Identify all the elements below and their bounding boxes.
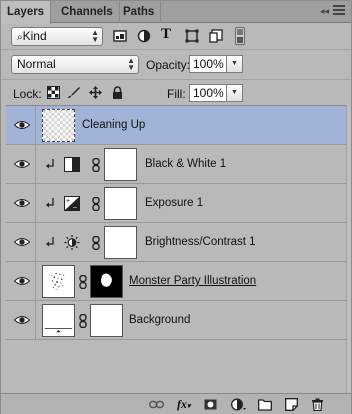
layer-row-cleaning-up[interactable]: Cleaning Up <box>6 106 346 145</box>
layers-list: Cleaning Up Black & White 1 + – Exposure… <box>6 105 346 341</box>
clipping-arrow-icon <box>46 198 54 208</box>
type-filter-icon[interactable]: T <box>161 26 175 42</box>
tab-channels[interactable]: Channels <box>55 1 120 23</box>
collapse-icon[interactable]: ◂◂ <box>320 6 329 17</box>
brightness-contrast-icon <box>64 235 80 250</box>
eye-icon[interactable] <box>14 237 30 247</box>
blend-mode-value: Normal <box>17 57 56 71</box>
layers-empty-area[interactable] <box>6 341 346 393</box>
layer-mask-thumbnail[interactable] <box>104 187 137 220</box>
layer-thumbnail-illustration <box>42 265 75 298</box>
layer-thumbnail-background <box>42 304 75 337</box>
filter-kind-label: Kind <box>22 29 47 43</box>
trash-icon[interactable] <box>311 398 324 411</box>
layers-scrollbar[interactable] <box>346 105 351 393</box>
adjustment-filter-icon[interactable] <box>137 29 151 43</box>
lock-row: Lock: Fill: 100% ▼ <box>1 79 351 105</box>
filter-kind-dropdown[interactable]: ⌕Kind ▲ ▼ <box>11 27 103 46</box>
layer-name[interactable]: Brightness/Contrast 1 <box>145 236 256 248</box>
layer-row-black-white[interactable]: Black & White 1 <box>6 145 346 184</box>
lock-all-icon[interactable] <box>111 86 124 99</box>
lock-transparent-icon[interactable] <box>47 86 60 99</box>
new-group-icon[interactable] <box>258 398 272 411</box>
filter-toggle-icon[interactable] <box>235 27 245 45</box>
tab-paths[interactable]: Paths <box>117 1 162 23</box>
eye-icon[interactable] <box>14 198 30 208</box>
new-layer-icon[interactable] <box>285 398 298 411</box>
lock-pixels-icon[interactable] <box>67 86 80 99</box>
layer-name[interactable]: Black & White 1 <box>145 158 226 170</box>
layer-name[interactable]: Background <box>129 314 190 326</box>
clipping-arrow-icon <box>46 159 54 169</box>
layer-row-monster-party[interactable]: Monster Party Illustration <box>6 262 346 301</box>
chevron-updown-icon: ▲ ▼ <box>127 56 135 72</box>
chain-link-icon[interactable] <box>79 314 87 328</box>
eye-icon[interactable] <box>14 315 30 325</box>
filter-row: ⌕Kind ▲ ▼ T <box>1 23 351 49</box>
layer-thumbnail-transparent <box>42 109 75 142</box>
smart-object-filter-icon[interactable] <box>209 29 223 43</box>
pixel-filter-icon[interactable] <box>113 29 127 43</box>
layer-row-exposure[interactable]: + – Exposure 1 <box>6 184 346 223</box>
tab-layers[interactable]: Layers <box>1 1 52 24</box>
svg-text:+: + <box>66 198 70 205</box>
layer-name[interactable]: Cleaning Up <box>82 119 145 131</box>
eye-icon[interactable] <box>14 276 30 286</box>
opacity-popup-button[interactable]: ▼ <box>227 55 243 73</box>
fill-popup-button[interactable]: ▼ <box>227 84 243 102</box>
fill-field[interactable]: 100% <box>189 84 227 102</box>
layer-mask-thumbnail[interactable] <box>90 265 123 298</box>
fx-icon[interactable]: fx▾ <box>177 397 195 411</box>
link-layers-icon[interactable] <box>149 398 164 411</box>
blend-mode-dropdown[interactable]: Normal ▲ ▼ <box>11 55 139 74</box>
layer-mask-thumbnail[interactable] <box>104 148 137 181</box>
layer-mask-thumbnail[interactable] <box>90 304 123 337</box>
chain-link-icon[interactable] <box>92 236 100 250</box>
layer-row-background[interactable]: Background <box>6 301 346 340</box>
blend-row: Normal ▲ ▼ Opacity: 100% ▼ <box>1 49 351 79</box>
lock-position-icon[interactable] <box>89 86 102 99</box>
chevron-updown-icon: ▲ ▼ <box>91 28 99 44</box>
layer-mask-thumbnail[interactable] <box>104 226 137 259</box>
layers-panel: Layers Channels Paths ◂◂ ⌕Kind ▲ ▼ T Nor… <box>0 0 352 414</box>
chain-link-icon[interactable] <box>92 158 100 172</box>
eye-icon[interactable] <box>14 159 30 169</box>
eye-icon[interactable] <box>14 120 30 130</box>
opacity-label: Opacity: <box>146 58 191 72</box>
lock-label: Lock: <box>13 87 42 101</box>
tab-bar: Layers Channels Paths ◂◂ <box>1 1 351 24</box>
add-mask-icon[interactable] <box>204 398 217 411</box>
fill-label: Fill: <box>167 87 186 101</box>
adjustment-layer-icon[interactable] <box>231 398 246 411</box>
layer-name[interactable]: Monster Party Illustration <box>129 275 256 287</box>
clipping-arrow-icon <box>46 237 54 247</box>
chain-link-icon[interactable] <box>79 275 87 289</box>
layer-name[interactable]: Exposure 1 <box>145 197 203 209</box>
exposure-icon: + – <box>64 196 80 211</box>
bottom-toolbar: fx▾ <box>1 393 351 414</box>
svg-text:–: – <box>73 204 77 211</box>
layer-row-brightness-contrast[interactable]: Brightness/Contrast 1 <box>6 223 346 262</box>
panel-menu-icon[interactable] <box>333 5 345 17</box>
chain-link-icon[interactable] <box>92 197 100 211</box>
shape-filter-icon[interactable] <box>185 29 199 43</box>
opacity-field[interactable]: 100% <box>189 55 227 73</box>
black-white-icon <box>64 157 80 172</box>
